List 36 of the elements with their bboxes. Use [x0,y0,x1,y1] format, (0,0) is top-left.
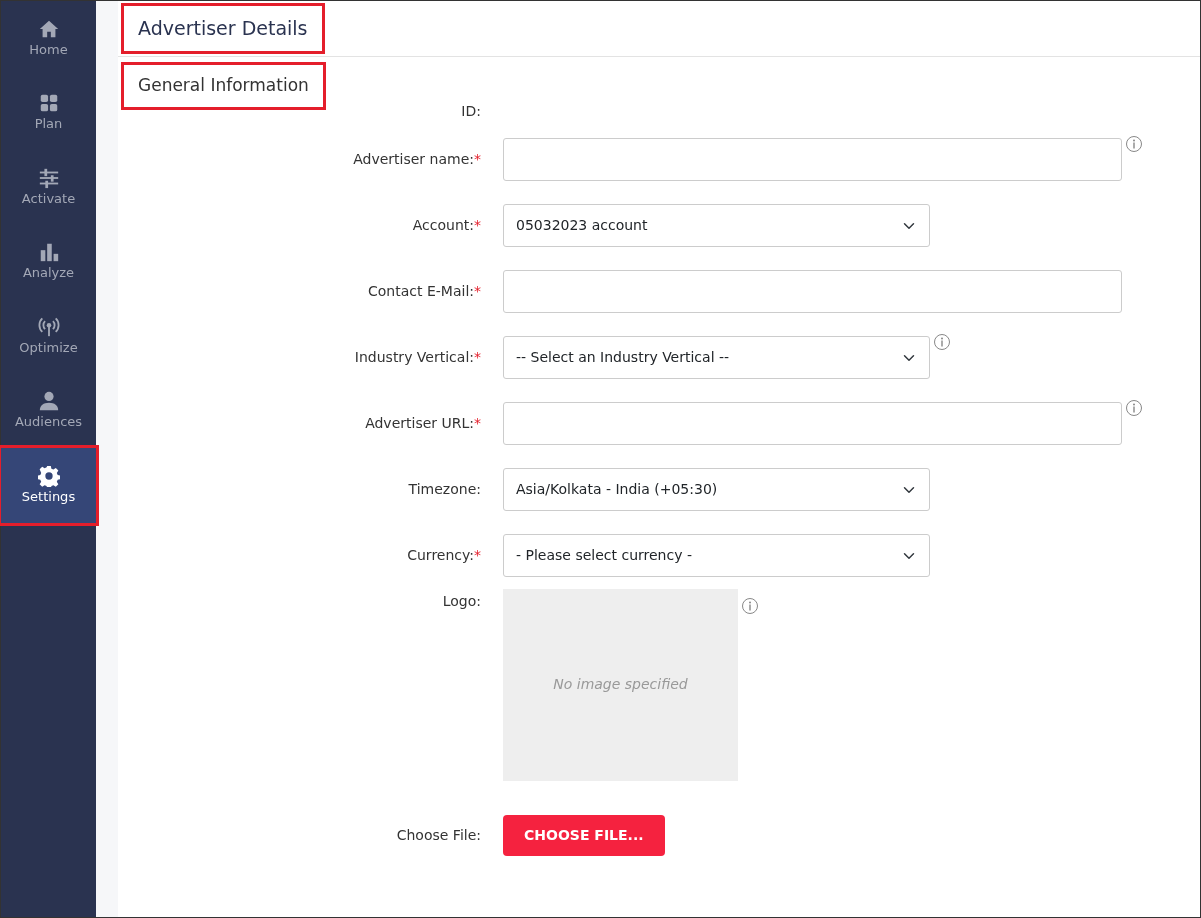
info-icon[interactable] [1125,398,1143,417]
info-icon[interactable] [933,332,951,351]
settings-icon [37,464,60,487]
field-label: Industry Vertical:* [353,348,481,367]
sidebar-item[interactable]: Audiences [1,373,96,448]
text-field[interactable] [503,402,1122,445]
info-icon[interactable] [741,596,759,615]
sidebar-item[interactable]: Analyze [1,224,96,299]
person-icon [37,390,60,412]
section-title: General Information [124,65,323,107]
sidebar-item[interactable]: Plan [1,75,96,150]
antenna-icon [37,315,60,338]
sidebar-item[interactable]: Optimize [1,299,96,374]
sliders-icon [37,166,60,189]
text-field[interactable] [503,138,1122,181]
field-label: Account:* [411,216,481,235]
text-field[interactable] [503,270,1122,313]
field-label: Timezone: [407,480,481,499]
placeholder-text: No image specified [553,675,688,694]
select-field[interactable]: 05032023 account [503,204,930,247]
page-title: Advertiser Details [124,6,322,51]
sidebar-item[interactable]: Home [1,1,96,76]
info-icon[interactable] [1125,134,1143,153]
choose-file-button[interactable]: CHOOSE FILE... [503,815,665,856]
field-label: Contact E-Mail:* [367,282,481,301]
select-field[interactable]: Asia/Kolkata - India (+05:30) [503,468,930,511]
field-label: Choose File: [395,826,481,845]
field-label: ID: [460,102,481,121]
select-field[interactable]: -- Select an Industry Vertical -- [503,336,930,379]
field-label: Advertiser name:* [352,150,481,169]
field-label: Currency:* [406,546,481,565]
field-label: Advertiser URL:* [364,414,481,433]
select-field[interactable]: - Please select currency - [503,534,930,577]
field-label: Logo: [441,591,481,611]
sidebar-item[interactable]: Settings [1,448,96,523]
sidebar-item[interactable]: Activate [1,150,96,225]
